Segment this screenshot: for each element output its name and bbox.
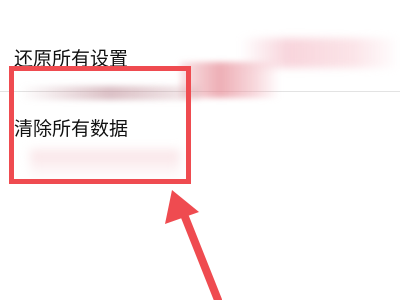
settings-list: 还原所有设置 清除所有数据 — [0, 0, 400, 300]
reset-all-settings-item[interactable]: 还原所有设置 — [0, 40, 400, 92]
clear-all-data-item[interactable]: 清除所有数据 — [0, 106, 400, 152]
clear-all-data-label: 清除所有数据 — [14, 118, 129, 140]
reset-all-settings-label: 还原所有设置 — [14, 48, 129, 70]
